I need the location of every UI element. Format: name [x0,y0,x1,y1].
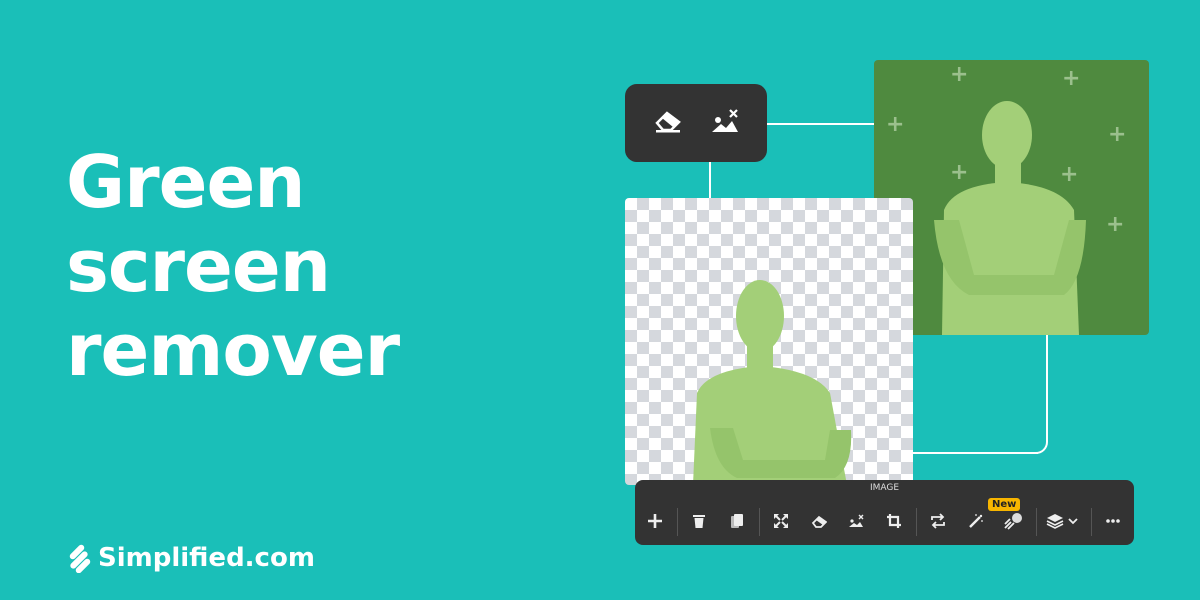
simplified-logo-icon [69,544,91,573]
mini-toolbar [625,84,767,162]
person-figure [693,280,852,485]
divider [1036,508,1037,536]
layers-icon[interactable] [1045,511,1083,531]
headline-line: remover [66,308,400,392]
eraser-icon[interactable] [809,511,829,531]
green-screen-image: + + + + + + + [874,60,1149,335]
new-badge: New [988,498,1021,511]
remove-background-icon[interactable] [710,108,740,138]
eraser-icon[interactable] [653,108,683,138]
connector-line [913,452,1038,454]
headline-line: Green [66,140,306,224]
expand-icon[interactable] [771,511,791,531]
divider [916,508,917,536]
more-icon[interactable] [1103,511,1123,531]
headline-line: screen [66,224,331,308]
divider [677,508,678,536]
crop-icon[interactable] [884,511,904,531]
person-figure [934,101,1086,335]
plus-icon[interactable] [645,511,665,531]
transparent-result-image [625,198,913,485]
brand-logo: Simplified.com [66,543,315,573]
connector-line [1046,335,1048,440]
magic-wand-icon[interactable] [966,511,986,531]
divider [759,508,760,536]
connector-line [709,162,711,198]
swap-icon[interactable] [928,511,948,531]
headline: Green screen remover [66,140,400,392]
copy-icon[interactable] [727,511,747,531]
brand-name: Simplified.com [98,543,315,573]
toolbar-title: IMAGE [869,483,900,493]
connector-corner [1030,430,1048,454]
image-toolbar: IMAGE [635,480,1134,545]
animate-icon[interactable] [1003,511,1023,531]
trash-icon[interactable] [689,511,709,531]
connector-line [767,123,874,125]
divider [1091,508,1092,536]
remove-background-icon[interactable] [846,511,866,531]
